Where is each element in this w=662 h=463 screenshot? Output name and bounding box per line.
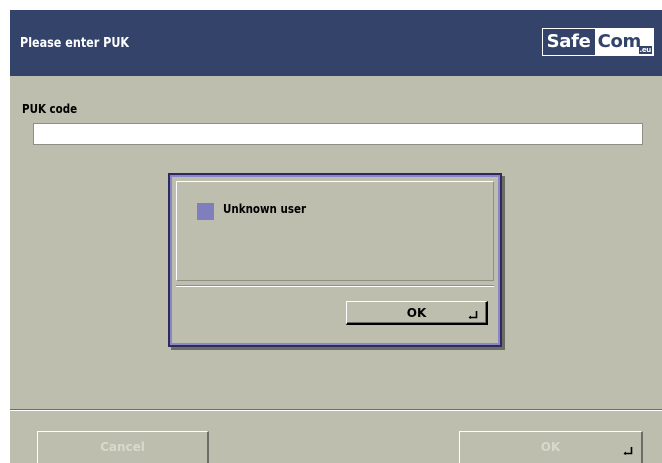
screen: Please enter PUK Safe Com .eu PUK code Un… <box>10 10 662 463</box>
logo-text-right: Com .eu <box>594 29 653 55</box>
enter-key-icon <box>468 311 478 319</box>
dialog-ok-label: OK <box>406 306 427 320</box>
status-square-icon <box>197 203 214 220</box>
dialog-ok-button[interactable]: OK <box>346 301 488 325</box>
dialog-message-area: Unknown user <box>176 181 494 281</box>
cancel-label: Cancel <box>100 440 145 454</box>
ok-button[interactable]: OK <box>459 431 643 463</box>
ok-label: OK <box>540 440 561 454</box>
dialog-message: Unknown user <box>223 202 307 216</box>
logo-text-left: Safe <box>542 29 595 55</box>
header-bar: Please enter PUK Safe Com .eu <box>10 10 662 76</box>
cancel-button[interactable]: Cancel <box>37 431 209 463</box>
enter-key-icon <box>623 447 633 455</box>
dialog-divider <box>176 285 494 287</box>
page-title: Please enter PUK <box>20 36 130 51</box>
logo-suffix: .eu <box>638 46 652 54</box>
unknown-user-dialog: Unknown user OK <box>168 173 502 347</box>
safecom-logo: Safe Com .eu <box>541 28 654 56</box>
footer-divider <box>10 409 662 411</box>
puk-code-label: PUK code <box>22 102 78 116</box>
puk-code-input[interactable] <box>33 123 643 145</box>
